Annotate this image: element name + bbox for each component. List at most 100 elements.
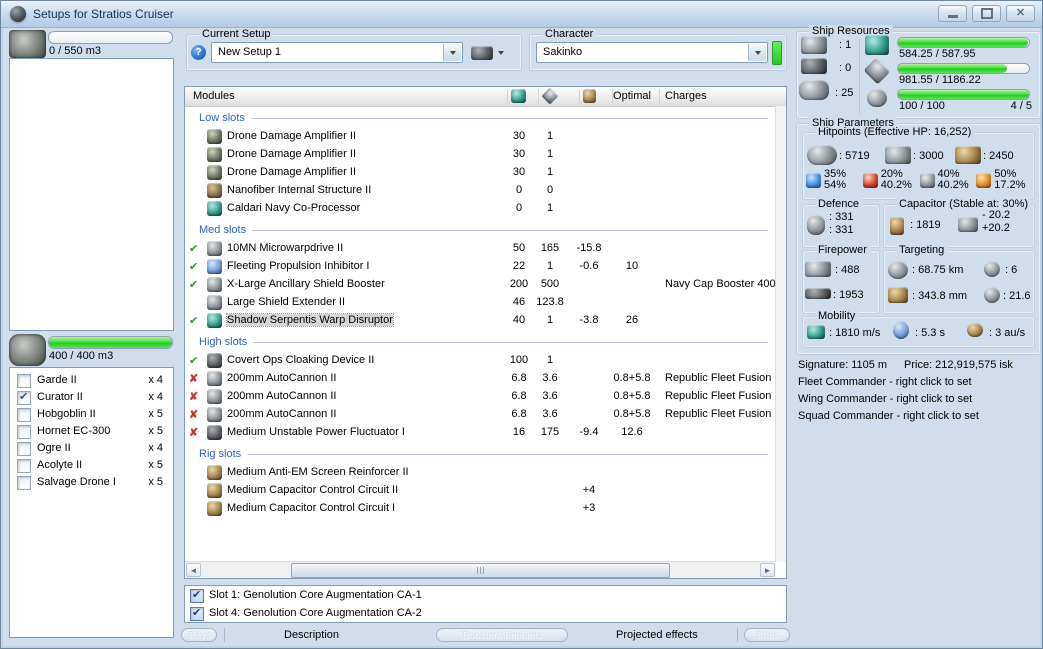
slot-section: Rig slots Medium Anti-EM Screen Reinforc… [185, 444, 776, 518]
drone-checkbox[interactable] [17, 374, 31, 388]
drone-list-item[interactable]: Hornet EC-300 x 5 [10, 424, 173, 441]
drone-checkbox[interactable] [17, 425, 31, 439]
drone-list-item[interactable]: Hobgoblin II x 5 [10, 407, 173, 424]
module-cpu: 0 [515, 202, 523, 214]
module-name: 200mm AutoCannon II [227, 390, 337, 402]
module-powergrid: 3.6 [542, 408, 558, 420]
implant-checkbox[interactable] [190, 588, 204, 603]
resistances-row: 35% 54% 20% 40.2% 40% 40.2% 50% 17.2% [806, 169, 1033, 191]
module-row[interactable]: Medium Capacitor Control Circuit II +4 [185, 482, 776, 500]
module-cpu: 30 [512, 148, 526, 160]
module-row[interactable]: Shadow Serpentis Warp Disruptor 40 1 -3.… [185, 312, 776, 330]
module-row[interactable]: Medium Unstable Power Fluctuator I 16 17… [185, 424, 776, 442]
title-bar[interactable]: Setups for Stratios Cruiser ✕ [1, 1, 1042, 28]
module-cpu: 200 [509, 278, 529, 290]
module-row[interactable]: Drone Damage Amplifier II 30 1 [185, 164, 776, 182]
dropdown-arrow-icon[interactable] [748, 44, 766, 61]
dropdown-arrow-icon[interactable] [443, 44, 461, 61]
module-row[interactable]: Medium Anti-EM Screen Reinforcer II [185, 464, 776, 482]
drone-list-item[interactable]: Salvage Drone I x 5 [10, 475, 173, 492]
close-button[interactable]: ✕ [1006, 5, 1035, 22]
scroll-right-icon[interactable]: ► [760, 563, 775, 577]
drone-list-item[interactable]: Curator II x 4 [10, 390, 173, 407]
fleet-commander-setter[interactable]: Fleet Commander - right click to set [798, 376, 972, 388]
module-row[interactable]: 10MN Microwarpdrive II 50 165 -15.8 [185, 240, 776, 258]
max-targets-value: : 6 [1005, 264, 1018, 276]
implant-checkbox[interactable] [190, 606, 204, 621]
module-row[interactable]: Caldari Navy Co-Processor 0 1 [185, 200, 776, 218]
wing-commander-setter[interactable]: Wing Commander - right click to set [798, 393, 972, 405]
squad-commander-setter[interactable]: Squad Commander - right click to set [798, 410, 979, 422]
drone-list-item[interactable]: Garde II x 4 [10, 373, 173, 390]
module-cpu: 50 [512, 242, 526, 254]
cargo-list[interactable] [9, 58, 174, 331]
hull-hp-icon [955, 146, 981, 164]
drone-checkbox[interactable] [17, 459, 31, 473]
drone-checkbox[interactable] [17, 476, 31, 490]
tab-separator [737, 628, 738, 642]
drone-name: Hobgoblin II [37, 408, 96, 420]
minimize-button[interactable] [938, 5, 967, 22]
module-name: Caldari Navy Co-Processor [227, 202, 361, 214]
volley-value: : 488 [835, 264, 860, 276]
module-optimal: 12.6 [621, 426, 643, 438]
scroll-left-icon[interactable]: ◄ [186, 563, 201, 577]
drone-list-item[interactable]: Ogre II x 4 [10, 441, 173, 458]
scrollbar-thumb[interactable] [291, 563, 670, 578]
implant-label: Slot 4: Genolution Core Augmentation CA-… [209, 607, 422, 619]
shield-hp-icon [807, 145, 837, 165]
implant-slot-row[interactable]: Slot 1: Genolution Core Augmentation CA-… [185, 588, 786, 604]
drone-checkbox[interactable] [17, 442, 31, 456]
bottom-tab[interactable]: Description [284, 628, 339, 642]
module-powergrid: 175 [540, 426, 560, 438]
drone-list[interactable]: Garde II x 4 Curator II x 4 Hobgoblin II… [9, 367, 174, 638]
slot-section-header: Rig slots [185, 444, 776, 464]
bottom-tab[interactable]: Stats [744, 628, 790, 642]
horizontal-scrollbar[interactable]: ◄ ► [185, 561, 776, 578]
implant-slot-row[interactable]: Slot 4: Genolution Core Augmentation CA-… [185, 606, 786, 622]
nanofiber-structure-icon [207, 183, 222, 198]
vertical-scrollbar[interactable] [775, 106, 786, 562]
module-row[interactable]: Drone Damage Amplifier II 30 1 [185, 128, 776, 146]
module-powergrid: 3.6 [542, 390, 558, 402]
drone-checkbox[interactable] [17, 408, 31, 422]
module-row[interactable]: Medium Capacitor Control Circuit I +3 [185, 500, 776, 518]
module-status-icon [189, 372, 203, 385]
bottom-tab[interactable]: Projected effects [616, 628, 698, 642]
module-status-icon [189, 354, 203, 367]
module-status-icon [189, 314, 203, 327]
module-capacitor: -9.4 [579, 426, 599, 438]
module-row[interactable]: 200mm AutoCannon II 6.8 3.6 0.8+5.8 Repu… [185, 370, 776, 388]
module-name: Drone Damage Amplifier II [227, 130, 356, 142]
armor-resist-value: 17.2% [994, 179, 1026, 191]
kinetic-resist-icon [919, 172, 935, 188]
modules-header[interactable]: Modules Optimal Charges [185, 87, 786, 107]
capacitor-amount: : 1819 [910, 219, 941, 231]
module-row[interactable]: 200mm AutoCannon II 6.8 3.6 0.8+5.8 Repu… [185, 388, 776, 406]
section-divider-line [253, 341, 768, 343]
rig-slots-text: 4 / 5 [1010, 100, 1032, 112]
module-optimal: 0.8+5.8 [613, 390, 651, 402]
module-cpu: 6.8 [511, 390, 527, 402]
hitpoints-box: Hitpoints (Effective HP: 16,252) : 5719 … [802, 126, 1035, 200]
ship-menu-button[interactable] [471, 43, 513, 63]
hitpoints-title: Hitpoints (Effective HP: 16,252) [815, 126, 975, 138]
help-icon[interactable]: ? [191, 45, 206, 60]
module-row[interactable]: Covert Ops Cloaking Device II 100 1 [185, 352, 776, 370]
module-row[interactable]: X-Large Ancillary Shield Booster 200 500… [185, 276, 776, 294]
module-row[interactable]: Large Shield Extender II 46 123.8 [185, 294, 776, 312]
module-row[interactable]: Drone Damage Amplifier II 30 1 [185, 146, 776, 164]
setup-select[interactable]: New Setup 1 [211, 42, 463, 63]
drone-list-item[interactable]: Acolyte II x 5 [10, 458, 173, 475]
section-divider-line [250, 117, 768, 119]
drone-checkbox[interactable] [17, 390, 31, 405]
maximize-button[interactable] [972, 5, 1001, 22]
bottom-tab[interactable]: Boosters\Implants [436, 628, 568, 642]
module-row[interactable]: Fleeting Propulsion Inhibitor I 22 1 -0.… [185, 258, 776, 276]
module-row[interactable]: Nanofiber Internal Structure II 0 0 [185, 182, 776, 200]
defence-title: Defence [815, 198, 862, 210]
bottom-tab-bar: Bays Description Boosters\Implants Projecte… [181, 628, 790, 645]
character-select[interactable]: Sakinko [536, 42, 768, 63]
bottom-tab[interactable]: Bays [181, 628, 217, 642]
module-row[interactable]: 200mm AutoCannon II 6.8 3.6 0.8+5.8 Repu… [185, 406, 776, 424]
